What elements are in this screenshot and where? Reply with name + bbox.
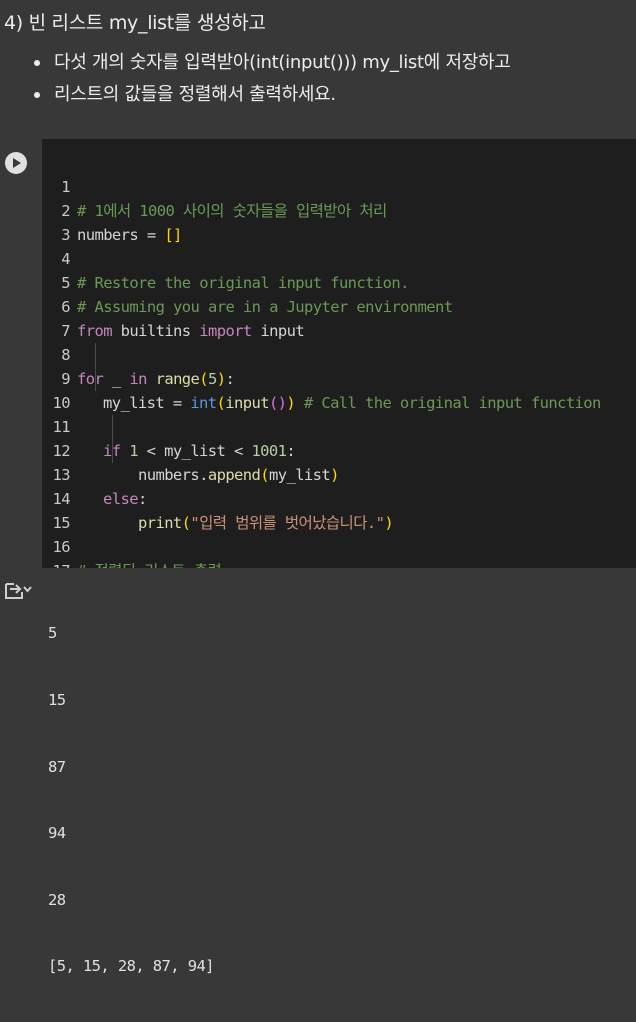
code-line: 2 numbers = [] <box>42 175 182 244</box>
code-line: 10 <box>42 367 94 412</box>
code-line: 1 # 1에서 1000 사이의 숫자들을 입력받아 처리 <box>42 151 387 220</box>
code-line: 12 numbers.append(my_list) <box>42 415 340 484</box>
code-token: range <box>155 370 200 388</box>
code-token: 1 <box>129 442 138 460</box>
code-token: my_list = <box>103 394 191 412</box>
code-token: input <box>251 322 305 340</box>
code-line: 8 for _ in range(5): <box>42 319 235 388</box>
output-line: 5 <box>48 624 57 643</box>
code-token: [] <box>164 226 182 244</box>
code-token: = <box>138 226 165 244</box>
code-cell[interactable]: 1 # 1에서 1000 사이의 숫자들을 입력받아 처리 2 numbers … <box>0 139 636 604</box>
output-line: [5, 15, 28, 87, 94] <box>48 957 215 976</box>
output-line: 15 <box>48 691 66 709</box>
instruction-text: 리스트의 값들을 정렬해서 출력하세요. <box>54 84 336 105</box>
code-line: 11 if 1 < my_list < 1001: <box>42 391 296 460</box>
code-token: 5 <box>208 370 217 388</box>
code-line: 4 # Restore the original input function. <box>42 223 409 292</box>
code-line: 9 my_list = int(input()) # Call the orig… <box>42 343 601 412</box>
code-line: 14 print("입력 범위를 벗어났습니다.") <box>42 463 394 532</box>
code-line: 3 <box>42 199 94 244</box>
bullet-icon <box>34 92 40 98</box>
code-token: input <box>225 394 269 412</box>
comment: # 1에서 1000 사이의 숫자들을 입력받아 처리 <box>77 202 387 220</box>
code-token: int <box>190 394 217 412</box>
code-token: : <box>286 442 296 460</box>
code-token: : <box>225 370 235 388</box>
code-token: ( <box>199 370 209 388</box>
code-token: in <box>129 370 147 388</box>
code-token: "입력 범위를 벗어났습니다." <box>190 514 385 532</box>
comment: # Assuming you are in a Jupyter environm… <box>77 298 453 316</box>
code-line: 17 print(sorted(numbers)) <box>42 535 270 604</box>
code-token: append <box>207 466 261 484</box>
output-toggle-icon[interactable] <box>4 580 32 602</box>
code-token: < my_list < <box>137 442 252 460</box>
cell-output: 5 15 87 94 28 [5, 15, 28, 87, 94] <box>0 568 636 975</box>
comment: # Call the original input function <box>295 394 602 412</box>
code-token: if <box>103 442 121 460</box>
code-token: ( <box>216 394 226 412</box>
markdown-cell[interactable]: 4) 빈 리스트 my_list를 생성하고 다섯 개의 숫자를 입력받아(in… <box>0 0 636 139</box>
code-token: my_list <box>269 466 331 484</box>
code-token: _ <box>103 370 130 388</box>
code-token: () <box>268 394 287 412</box>
comment: # Restore the original input function. <box>77 274 409 292</box>
output-text: 5 15 87 94 28 [5, 15, 28, 87, 94] <box>48 578 215 1022</box>
code-token: ) <box>330 466 339 484</box>
code-token: numbers. <box>138 466 208 484</box>
bullet-icon <box>34 60 40 66</box>
instruction-item: 리스트의 값들을 정렬해서 출력하세요. <box>34 82 511 114</box>
instruction-list: 다섯 개의 숫자를 입력받아(int(input())) my_list에 저장… <box>34 50 511 114</box>
code-token: else <box>103 490 139 508</box>
code-line: 15 <box>42 487 94 532</box>
instruction-item: 다섯 개의 숫자를 입력받아(int(input())) my_list에 저장… <box>34 50 511 82</box>
output-line: 87 <box>48 757 66 776</box>
code-token: : <box>137 490 147 508</box>
code-line: 13 else: <box>42 439 148 508</box>
code-token: import <box>199 322 252 340</box>
code-line: 5 # Assuming you are in a Jupyter enviro… <box>42 247 453 316</box>
section-heading: 4) 빈 리스트 my_list를 생성하고 <box>4 12 266 34</box>
code-token: 1001 <box>251 442 287 460</box>
play-icon[interactable] <box>5 152 27 174</box>
code-token: ) <box>286 394 296 412</box>
code-line: 7 <box>42 295 94 340</box>
code-token: builtins <box>111 322 200 340</box>
output-line: 28 <box>48 890 66 909</box>
code-editor[interactable]: 1 # 1에서 1000 사이의 숫자들을 입력받아 처리 2 numbers … <box>42 139 636 604</box>
instruction-text: 다섯 개의 숫자를 입력받아(int(input())) my_list에 저장… <box>54 52 511 73</box>
code-token: print <box>138 514 182 532</box>
code-token: ( <box>260 466 269 484</box>
code-line: 6 from builtins import input <box>42 271 304 340</box>
code-line: 16 # 정렬된 리스트 출력 <box>42 511 222 580</box>
code-token: ) <box>384 514 394 532</box>
output-line: 94 <box>48 824 66 843</box>
